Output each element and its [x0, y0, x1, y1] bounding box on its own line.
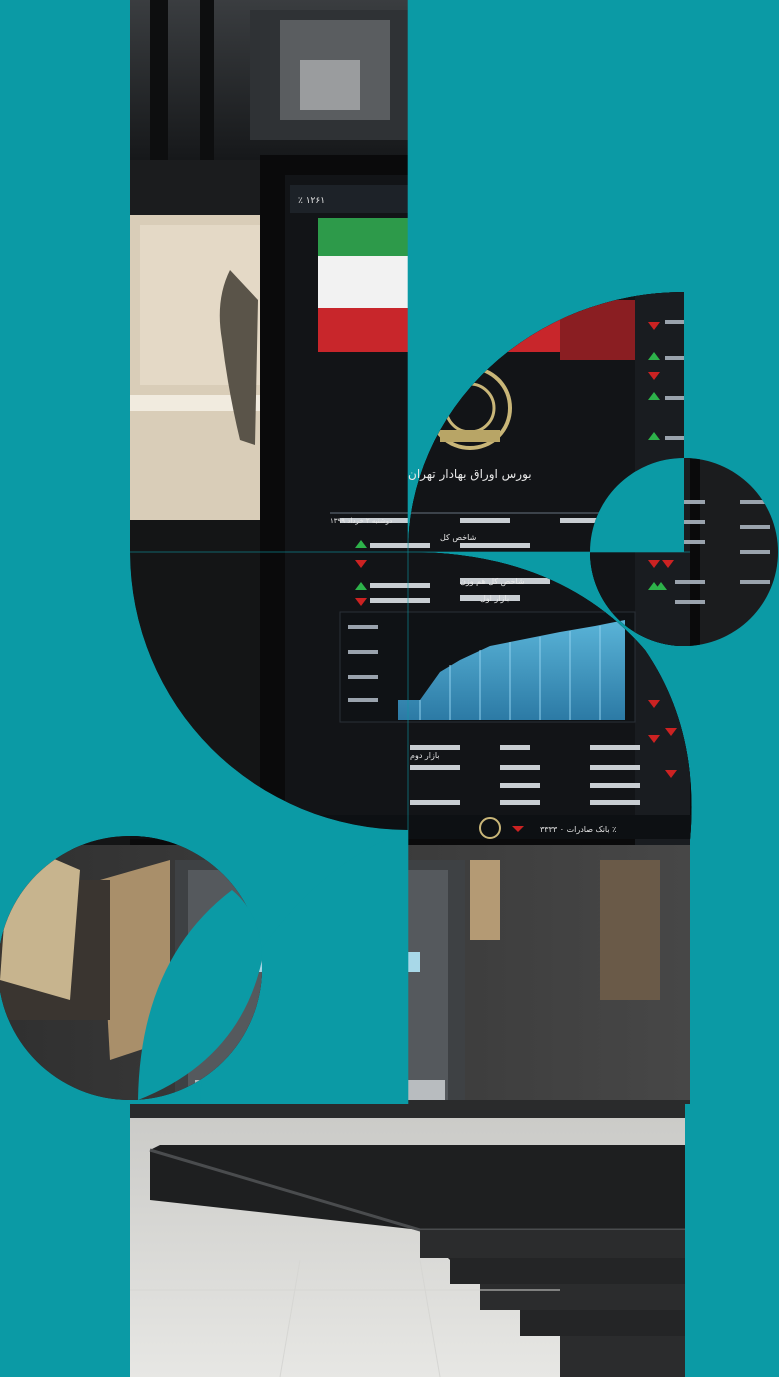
exchange-board-photo — [130, 0, 692, 1377]
board-row-0: شاخص کل — [440, 533, 477, 542]
poster-graphic: ٪ ۱۲۶۱ دوشنبه ۲ خرداد ۱۳۹۹ بورس اوراق به… — [0, 0, 778, 1377]
board-logo-text: بورس اوراق بهادار تهران — [408, 467, 532, 482]
ticker-text: بانک صادرات ۰ ۳۳۳۳ ٪ — [540, 825, 616, 834]
board-row-2: بازار اول — [480, 594, 509, 603]
board-row-1: شاخص کل هم وزن — [460, 577, 525, 586]
board-date: دوشنبه ۲ خرداد ۱۳۹۹ — [330, 517, 392, 525]
board-header: ٪ ۱۲۶۱ — [298, 196, 325, 206]
board-row-3: بازار دوم — [410, 751, 440, 760]
